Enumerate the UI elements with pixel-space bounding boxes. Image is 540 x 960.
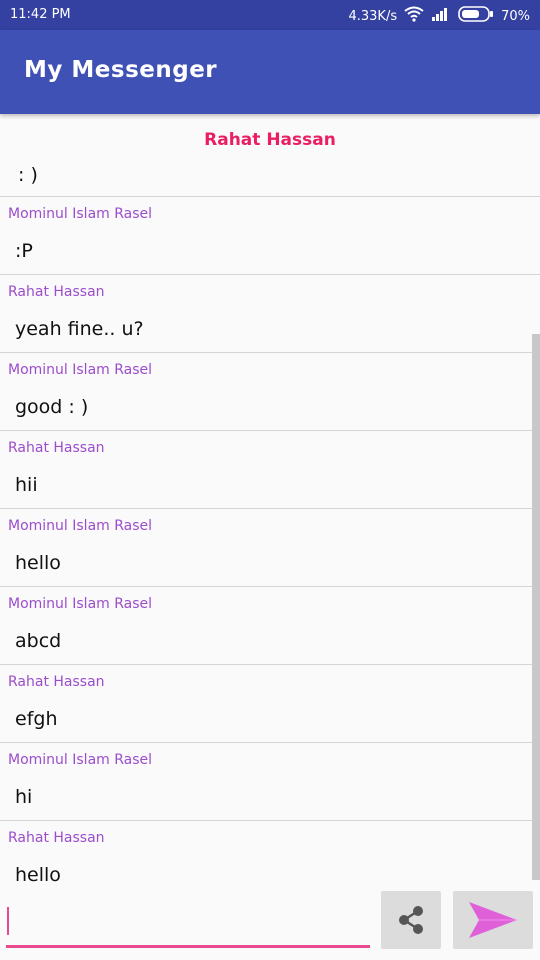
message-sender: Rahat Hassan (8, 284, 105, 300)
message-text: : ) (18, 164, 38, 186)
message-sender: Rahat Hassan (8, 440, 105, 456)
message-text: hii (15, 474, 38, 496)
share-icon (381, 891, 441, 949)
composer (0, 882, 540, 960)
send-button[interactable] (453, 891, 533, 949)
message-row[interactable]: Mominul Islam Rasel hi (0, 742, 540, 820)
message-text: :P (15, 240, 33, 262)
status-bar: 11:42 PM 4.33K/s 70% (0, 0, 540, 30)
message-sender: Rahat Hassan (8, 674, 105, 690)
message-row[interactable]: Mominul Islam Rasel abcd (0, 586, 540, 664)
message-sender: Mominul Islam Rasel (8, 206, 153, 222)
message-row[interactable]: Mominul Islam Rasel good : ) (0, 352, 540, 430)
battery-icon (458, 6, 494, 26)
message-sender: Mominul Islam Rasel (8, 752, 153, 768)
scrollbar[interactable] (532, 334, 540, 880)
wifi-icon (404, 6, 424, 26)
message-text: abcd (15, 630, 62, 652)
message-text: good : ) (15, 396, 89, 418)
app-bar: My Messenger (0, 30, 540, 114)
signal-icon (431, 7, 451, 25)
message-text: hello (15, 864, 61, 882)
message-text: hi (15, 786, 33, 808)
message-sender: Rahat Hassan (8, 830, 105, 846)
message-row[interactable]: Rahat Hassan hii (0, 430, 540, 508)
message-text: efgh (15, 708, 58, 730)
message-sender: Mominul Islam Rasel (8, 518, 153, 534)
status-time: 11:42 PM (10, 7, 71, 22)
text-caret (7, 907, 9, 935)
message-row[interactable]: Rahat Hassan hello (0, 820, 540, 882)
message-row[interactable]: Rahat Hassan efgh (0, 664, 540, 742)
message-list[interactable]: Rahat Hassan : ) Mominul Islam Rasel :P … (0, 116, 540, 882)
send-icon (453, 891, 533, 949)
message-row[interactable]: Mominul Islam Rasel :P (0, 196, 540, 274)
message-row[interactable]: Rahat Hassan yeah fine.. u? (0, 274, 540, 352)
message-sender: Mominul Islam Rasel (8, 596, 153, 612)
battery-percent: 70% (501, 8, 530, 24)
message-row[interactable]: Mominul Islam Rasel hello (0, 508, 540, 586)
message-input[interactable] (6, 904, 370, 948)
status-indicators: 4.33K/s 70% (348, 6, 530, 26)
message-text: hello (15, 552, 61, 574)
network-speed: 4.33K/s (348, 8, 398, 24)
message-sender: Rahat Hassan (204, 130, 336, 150)
app-title: My Messenger (24, 57, 218, 83)
message-text: yeah fine.. u? (15, 318, 144, 340)
message-sender: Mominul Islam Rasel (8, 362, 153, 378)
share-button[interactable] (381, 891, 441, 949)
